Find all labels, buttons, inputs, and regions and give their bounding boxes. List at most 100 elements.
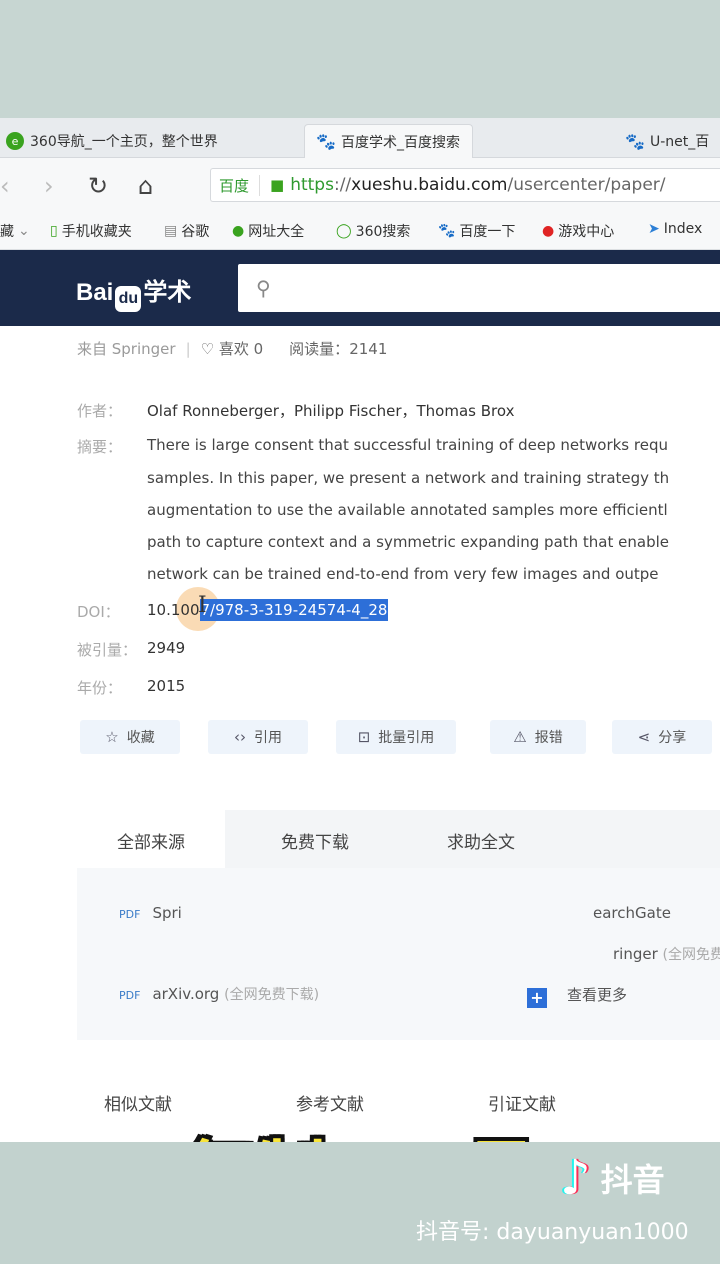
douyin-watermark: ♪ 抖音 (560, 1150, 665, 1206)
source-arxiv[interactable]: PDF arXiv.org (全网免费下载) (119, 984, 319, 1004)
bookmark-label: 手机收藏夹 (61, 224, 132, 240)
360-icon: ● (232, 223, 245, 239)
bookmark-favorites[interactable]: 藏 ⌄ (0, 221, 34, 241)
favorite-button[interactable]: ☆ 收藏 (80, 720, 180, 754)
button-label: 分享 (658, 730, 687, 746)
bookmark-label: 360搜索 (355, 224, 411, 240)
forward-button[interactable]: › (44, 172, 54, 200)
tab-label: 百度学术_百度搜索 (341, 134, 460, 151)
abstract-line: network can be trained end-to-end from v… (147, 565, 659, 583)
bookmark-games[interactable]: ● 游戏中心 (542, 221, 614, 241)
source-researchgate[interactable]: earchGate (593, 904, 671, 922)
paper-meta: 来自 Springer | ♡ 喜欢 0 阅读量：2141 (77, 340, 388, 358)
site-header: Bai du 学术 ⚲ (0, 250, 720, 326)
tab-unet[interactable]: 🐾 U-net_百 (625, 124, 710, 158)
abstract-line: There is large consent that successful t… (147, 436, 668, 454)
bookmark-label: 谷歌 (181, 224, 210, 240)
source-springer-2[interactable]: ringer (全网免费 (613, 944, 720, 964)
button-label: 批量引用 (378, 730, 435, 746)
bookmark-label: 游戏中心 (558, 224, 615, 240)
tab-references[interactable]: 参考文献 (296, 1090, 364, 1115)
bookmark-label: Index (663, 221, 703, 237)
pdf-icon: PDF (119, 908, 141, 921)
logo-paw: du (115, 286, 142, 312)
paper-actions: ☆ 收藏 ‹› 引用 ⊡ 批量引用 ⚠ 报错 ⋖ 分享 (80, 720, 720, 758)
360-icon: e (6, 132, 24, 150)
view-more-label: 查看更多 (567, 986, 628, 1004)
video-caption: 2.复制DOI号 (110, 1116, 537, 1142)
bookmark-directory[interactable]: ● 网址大全 (232, 221, 304, 241)
address-bar[interactable]: 百度 ■ https :// xueshu.baidu.com /usercen… (210, 168, 720, 202)
share-button[interactable]: ⋖ 分享 (612, 720, 712, 754)
year-value: 2015 (147, 677, 186, 695)
bookmark-360-search[interactable]: ◯ 360搜索 (336, 221, 410, 241)
browser-nav-bar: ‹ › ↻ ⌂ 百度 ■ https :// xueshu.baidu.com … (0, 158, 720, 212)
reads-label: 阅读量： (289, 340, 350, 358)
button-label: 引用 (254, 730, 282, 746)
authors-links[interactable]: Olaf Ronneberger，Philipp Fischer，Thomas … (147, 400, 514, 421)
tab-free-download[interactable]: 免费下载 (281, 828, 349, 853)
back-button[interactable]: ‹ (0, 172, 10, 200)
game-icon: ● (542, 223, 555, 239)
video-top-background (0, 0, 720, 118)
chevron-down-icon: ⌄ (18, 223, 30, 239)
tab-label: U-net_百 (650, 134, 710, 150)
phone-icon: ▯ (50, 223, 58, 239)
source-springer[interactable]: PDF Spri (119, 904, 182, 922)
reads-count: 2141 (349, 340, 388, 358)
tab-citations[interactable]: 引证文献 (488, 1090, 556, 1115)
baidu-paw-icon: 🐾 (316, 132, 336, 151)
year-label: 年份： (77, 679, 123, 697)
bookmark-label: 百度一下 (459, 224, 516, 240)
tab-baidu-search[interactable]: 🐾 百度学术_百度搜索 (304, 124, 473, 158)
source-name: earchGate (593, 904, 671, 922)
tab-request-fulltext[interactable]: 求助全文 (447, 828, 515, 853)
cited-count[interactable]: 2949 (147, 639, 185, 657)
text-cursor-icon: I (198, 593, 207, 618)
view-more-link[interactable]: + 查看更多 (527, 984, 627, 1008)
tab-label: 360导航_一个主页，整个世界 (30, 134, 218, 150)
360-search-icon: ◯ (336, 223, 352, 239)
abstract-label: 摘要： (77, 438, 123, 456)
tab-all-sources[interactable]: 全部来源 (77, 810, 225, 868)
abstract-line: samples. In this paper, we present a net… (147, 469, 670, 487)
baidu-paw-icon: 🐾 (438, 223, 456, 239)
bookmark-baidu[interactable]: 🐾 百度一下 (438, 221, 515, 241)
cite-button[interactable]: ‹› 引用 (208, 720, 308, 754)
refresh-button[interactable]: ↻ (88, 172, 108, 200)
url-scheme: https (290, 175, 334, 195)
star-icon: ☆ (105, 728, 119, 746)
tab-similar[interactable]: 相似文献 (104, 1090, 172, 1115)
abstract-line: path to capture context and a symmetric … (147, 533, 669, 551)
bookmark-mobile[interactable]: ▯ 手机收藏夹 (50, 221, 132, 241)
search-input[interactable]: ⚲ (238, 264, 720, 312)
tab-360-home[interactable]: e 360导航_一个主页，整个世界 (6, 124, 218, 158)
home-button[interactable]: ⌂ (138, 172, 153, 200)
doi-value[interactable]: 10.1007/978-3-319-24574-4_28 (147, 599, 389, 621)
baidu-xueshu-logo[interactable]: Bai du 学术 (76, 272, 191, 312)
page-icon: ▤ (164, 223, 178, 239)
bookmark-google[interactable]: ▤ 谷歌 (164, 221, 209, 241)
url-path: /usercenter/paper/ (507, 175, 666, 195)
arrow-icon: ➤ (648, 221, 660, 237)
doi-label: DOI： (77, 603, 120, 621)
sources-tabs: 全部来源 免费下载 求助全文 (77, 810, 720, 868)
batch-cite-button[interactable]: ⊡ 批量引用 (336, 720, 456, 754)
browser-tab-bar: e 360导航_一个主页，整个世界 🐾 百度学术_百度搜索 🐾 U-net_百 (0, 118, 720, 158)
doi-selection[interactable]: 7/978-3-319-24574-4_28 (199, 599, 389, 621)
bookmark-label: 藏 (0, 224, 14, 240)
share-icon: ⋖ (637, 728, 651, 746)
url-separator: :// (333, 175, 352, 195)
like-button[interactable]: ♡ 喜欢 0 (201, 340, 264, 358)
lock-icon: ■ (270, 176, 285, 194)
report-error-button[interactable]: ⚠ 报错 (490, 720, 586, 754)
batch-icon: ⊡ (357, 728, 371, 746)
paper-source[interactable]: 来自 Springer (77, 340, 176, 358)
site-badge: 百度 (219, 174, 261, 196)
web-page: Bai du 学术 ⚲ 来自 Springer | ♡ 喜欢 0 阅读量：2141 作者：… (0, 250, 720, 1142)
plus-icon: + (527, 988, 547, 1008)
cited-label: 被引量： (77, 641, 138, 659)
source-name: ringer (613, 945, 658, 963)
bookmark-index[interactable]: ➤ Index (648, 221, 702, 237)
source-note: (全网免费下载) (224, 987, 320, 1003)
